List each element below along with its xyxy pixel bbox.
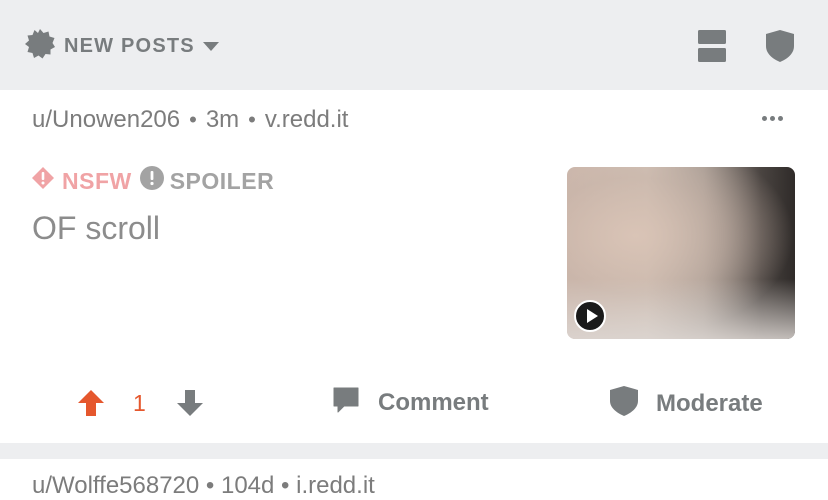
play-icon [574, 300, 606, 332]
comment-button[interactable]: Comment [332, 386, 489, 419]
nsfw-tag: NSFW [62, 167, 132, 194]
comment-icon [332, 386, 360, 419]
author-link[interactable]: u/Unowen206 [32, 106, 180, 134]
post-actions: 1 Comment Moderate [0, 380, 828, 428]
meta-separator: • [248, 107, 256, 132]
video-thumbnail[interactable] [567, 167, 795, 339]
sort-dropdown[interactable]: NEW POSTS [24, 28, 219, 65]
shield-icon [610, 386, 638, 421]
post-divider [0, 443, 828, 459]
spoiler-icon [139, 166, 164, 196]
shield-icon[interactable] [766, 30, 794, 67]
post-domain[interactable]: v.redd.it [265, 106, 349, 134]
upvote-icon[interactable] [78, 390, 104, 421]
post-card[interactable]: u/Unowen206 • 3m • v.redd.it NSFW SPOILE… [0, 90, 828, 443]
card-view-icon[interactable] [698, 30, 726, 67]
downvote-icon[interactable] [177, 390, 203, 421]
spoiler-tag: SPOILER [169, 167, 275, 194]
sort-bar: NEW POSTS [0, 0, 828, 90]
next-post-meta: u/Wolffe568720 • 104d • i.redd.it [32, 472, 375, 499]
moderate-button[interactable]: Moderate [610, 386, 763, 421]
score: 1 [133, 390, 146, 416]
sort-label: NEW POSTS [64, 34, 195, 57]
post-meta: u/Unowen206 • 3m • v.redd.it [32, 106, 348, 134]
post-tags: NSFW SPOILER [32, 166, 274, 196]
moderate-label: Moderate [656, 389, 763, 417]
meta-separator: • [189, 107, 197, 132]
comment-label: Comment [378, 388, 489, 416]
sparkle-badge-icon [24, 28, 56, 65]
post-title[interactable]: OF scroll [32, 210, 160, 247]
more-options-icon[interactable] [762, 116, 783, 121]
nsfw-icon [32, 167, 54, 195]
chevron-down-icon [202, 41, 219, 51]
post-age: 3m [205, 106, 240, 133]
